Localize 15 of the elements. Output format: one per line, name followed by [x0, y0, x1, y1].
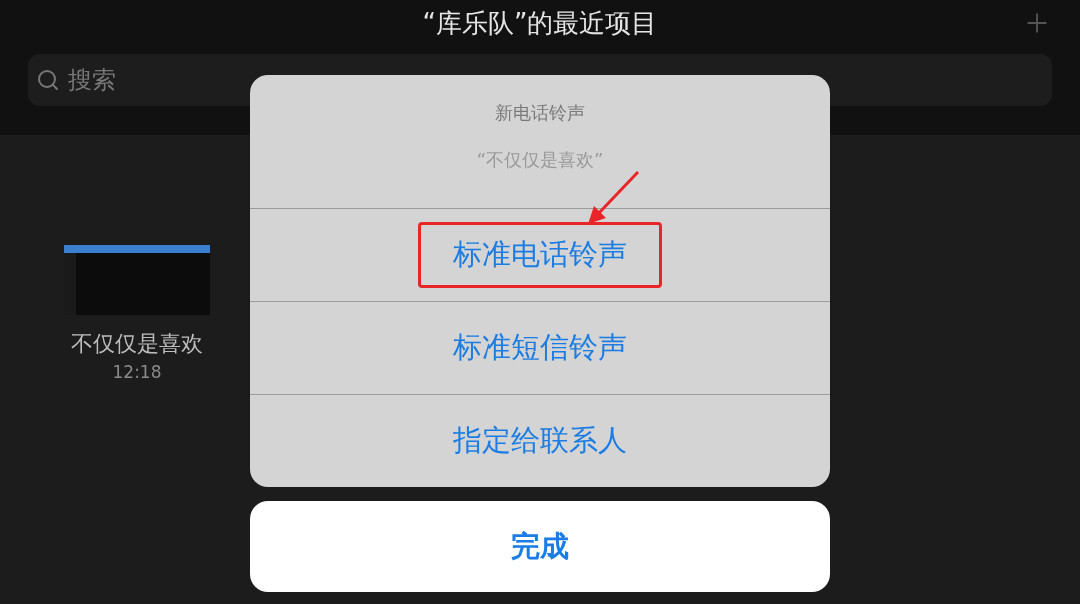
project-time: 12:18 — [112, 361, 162, 384]
nav-title: “库乐队”的最近项目 — [422, 6, 658, 40]
sheet-action[interactable]: 指定给联系人 — [250, 394, 830, 487]
done-button[interactable]: 完成 — [250, 501, 830, 592]
search-placeholder: 搜索 — [68, 65, 116, 96]
action-label: 指定给联系人 — [452, 422, 628, 460]
search-icon — [36, 68, 60, 92]
sheet-action[interactable]: 标准电话铃声 — [250, 208, 830, 301]
sheet-title: 新电话铃声 — [495, 101, 585, 125]
sheet-message: “不仅仅是喜欢” — [476, 148, 604, 172]
project-name: 不仅仅是喜欢 — [71, 330, 203, 358]
action-label: 标准短信铃声 — [452, 329, 628, 367]
sheet-action[interactable]: 标准短信铃声 — [250, 301, 830, 394]
project-thumbnail[interactable] — [64, 245, 210, 315]
highlight-box: 标准电话铃声 — [418, 222, 662, 288]
